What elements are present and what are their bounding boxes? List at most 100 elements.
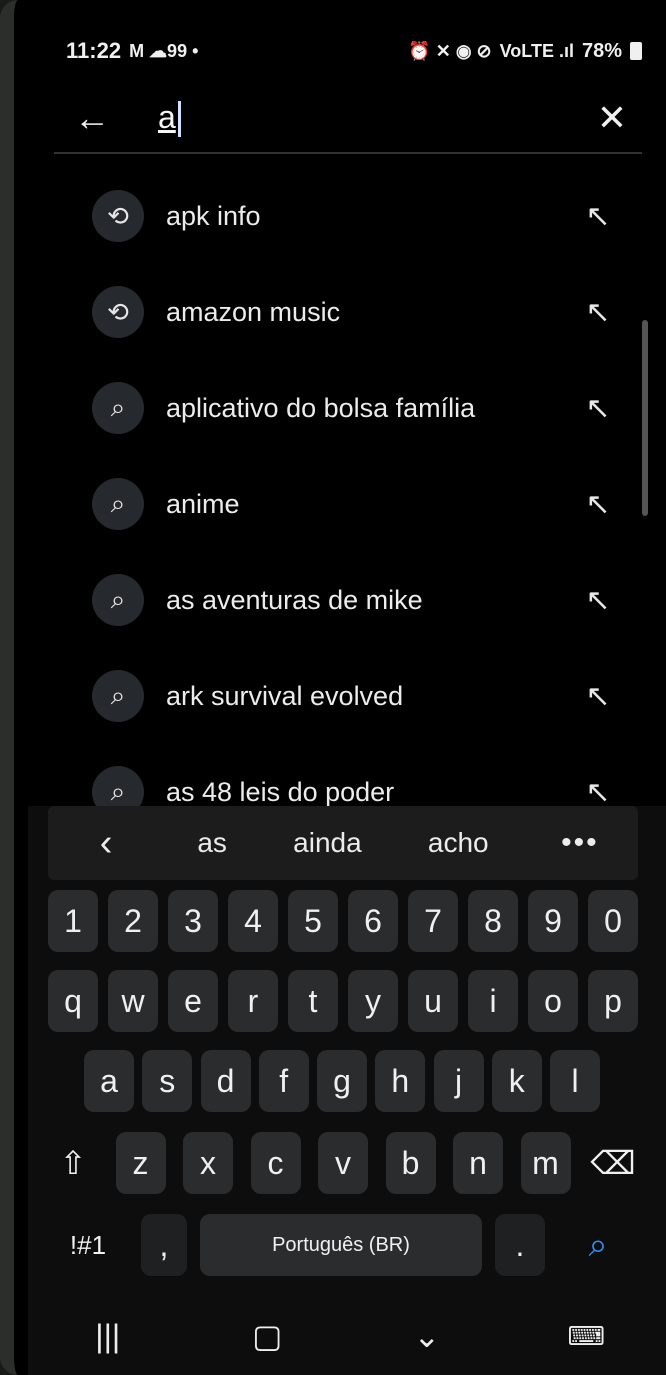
navigation-bar: ||| ▢ ⌄ ⌨ [28,1297,666,1375]
key[interactable]: n [453,1132,503,1194]
key[interactable]: 9 [528,890,578,952]
keyboard-icon[interactable]: ⌨ [536,1321,636,1352]
key[interactable]: x [183,1132,233,1194]
arrow-left-icon[interactable]: ← [62,97,122,139]
key[interactable]: r [228,970,278,1032]
key[interactable]: g [317,1050,367,1112]
key[interactable]: 2 [108,890,158,952]
letter-row-1: q w e r t y u i o p [48,970,638,1032]
key[interactable]: u [408,970,458,1032]
key[interactable]: f [258,1050,309,1112]
phone-screen: 11:22 M ☁99 • ⏰ ✕ ◉ ⊘ VoLTE .ıl 78% ← a … [0,0,666,1375]
key[interactable]: k [491,1050,542,1112]
symbols-key[interactable]: !#1 [48,1214,128,1276]
key[interactable]: p [588,970,638,1032]
signal-icon: VoLTE .ıl [499,40,574,61]
word-suggestion[interactable]: acho [428,827,489,859]
key[interactable]: h [375,1050,426,1112]
battery-level: 78% [581,39,622,62]
fill-query-arrow-icon[interactable]: ↖ [568,391,628,426]
key[interactable]: m [520,1132,571,1194]
suggestion-item[interactable]: ⌕ anime ↖ [54,456,638,552]
key[interactable]: d [200,1050,251,1112]
letter-row-2: a s d f g h j k l [84,1050,600,1112]
search-icon: ⌕ [92,574,144,626]
key[interactable]: 0 [588,890,638,952]
fill-query-arrow-icon[interactable]: ↖ [568,679,628,714]
key[interactable]: 8 [468,890,518,952]
space-bar[interactable]: Português (BR) [200,1214,482,1276]
key[interactable]: t [288,970,338,1032]
suggestion-item[interactable]: ⟲ apk info ↖ [54,168,638,264]
search-input[interactable]: a [158,99,582,138]
suggestion-list: ⟲ apk info ↖ ⟲ amazon music ↖ ⌕ aplicati… [54,168,638,808]
fill-query-arrow-icon[interactable]: ↖ [568,487,628,522]
search-header: ← a ✕ [54,84,642,154]
key[interactable]: v [318,1132,368,1194]
key[interactable]: b [385,1132,436,1194]
suggestion-text: amazon music [166,296,341,327]
search-query: a [158,98,176,135]
key[interactable]: 7 [408,890,458,952]
notification-icons: M ☁99 • [129,40,199,61]
battery-icon [630,42,642,60]
scrollbar[interactable] [642,320,648,516]
suggestion-item[interactable]: ⌕ aplicativo do bolsa família ↖ [54,360,638,456]
key[interactable]: a [84,1050,134,1112]
chevron-down-icon[interactable]: ⌄ [377,1317,477,1355]
suggestion-item[interactable]: ⌕ as 48 leis do poder ↖ [54,744,638,808]
key[interactable]: j [433,1050,484,1112]
status-left: 11:22 M ☁99 • [66,38,198,64]
history-icon: ⟲ [92,190,144,242]
shift-icon[interactable]: ⇧ [48,1132,98,1194]
suggestion-item[interactable]: ⟲ amazon music ↖ [54,264,638,360]
key[interactable]: i [468,970,518,1032]
key[interactable]: z [115,1132,166,1194]
bottom-row: !#1 , Português (BR) . ⌕ [48,1214,638,1276]
status-right: ⏰ ✕ ◉ ⊘ VoLTE .ıl 78% [408,40,642,63]
chevron-left-icon[interactable]: ‹ [81,822,131,865]
close-icon[interactable]: ✕ [582,97,642,139]
fill-query-arrow-icon[interactable]: ↖ [568,199,628,234]
key[interactable]: e [168,970,218,1032]
more-options-icon[interactable]: ••• [555,826,605,860]
suggestion-text: apk info [166,200,261,231]
key[interactable]: 3 [168,890,218,952]
key[interactable]: s [142,1050,193,1112]
fill-query-arrow-icon[interactable]: ↖ [568,775,628,809]
backspace-icon[interactable]: ⌫ [588,1132,638,1194]
text-cursor [177,101,181,138]
suggestion-text: as 48 leis do poder [166,776,395,807]
key[interactable]: 6 [348,890,398,952]
key[interactable]: 4 [228,890,278,952]
key[interactable]: 5 [288,890,338,952]
key[interactable]: y [348,970,398,1032]
search-icon[interactable]: ⌕ [558,1214,638,1276]
recent-apps-icon[interactable]: ||| [58,1318,158,1355]
search-icon: ⌕ [92,382,144,434]
suggestion-text: ark survival evolved [166,680,404,711]
key[interactable]: c [250,1132,301,1194]
number-row: 1 2 3 4 5 6 7 8 9 0 [48,890,638,952]
key[interactable]: 1 [48,890,98,952]
home-icon[interactable]: ▢ [217,1317,317,1355]
key[interactable]: w [108,970,158,1032]
key[interactable]: o [528,970,578,1032]
status-time: 11:22 [66,38,122,63]
suggestion-text: aplicativo do bolsa família [166,392,476,423]
status-bar: 11:22 M ☁99 • ⏰ ✕ ◉ ⊘ VoLTE .ıl 78% [66,34,642,68]
search-icon: ⌕ [92,478,144,530]
keyboard: ‹ as ainda acho ••• 1 2 3 4 5 6 7 8 9 0 … [28,806,666,1375]
period-key[interactable]: . [495,1214,545,1276]
key[interactable]: l [550,1050,600,1112]
search-icon: ⌕ [92,766,144,808]
fill-query-arrow-icon[interactable]: ↖ [568,295,628,330]
suggestion-item[interactable]: ⌕ ark survival evolved ↖ [54,648,638,744]
comma-key[interactable]: , [141,1214,187,1276]
fill-query-arrow-icon[interactable]: ↖ [568,583,628,618]
word-suggestion[interactable]: ainda [293,827,362,859]
suggestion-item[interactable]: ⌕ as aventuras de mike ↖ [54,552,638,648]
key[interactable]: q [48,970,98,1032]
search-icon: ⌕ [92,670,144,722]
word-suggestion[interactable]: as [197,827,227,859]
